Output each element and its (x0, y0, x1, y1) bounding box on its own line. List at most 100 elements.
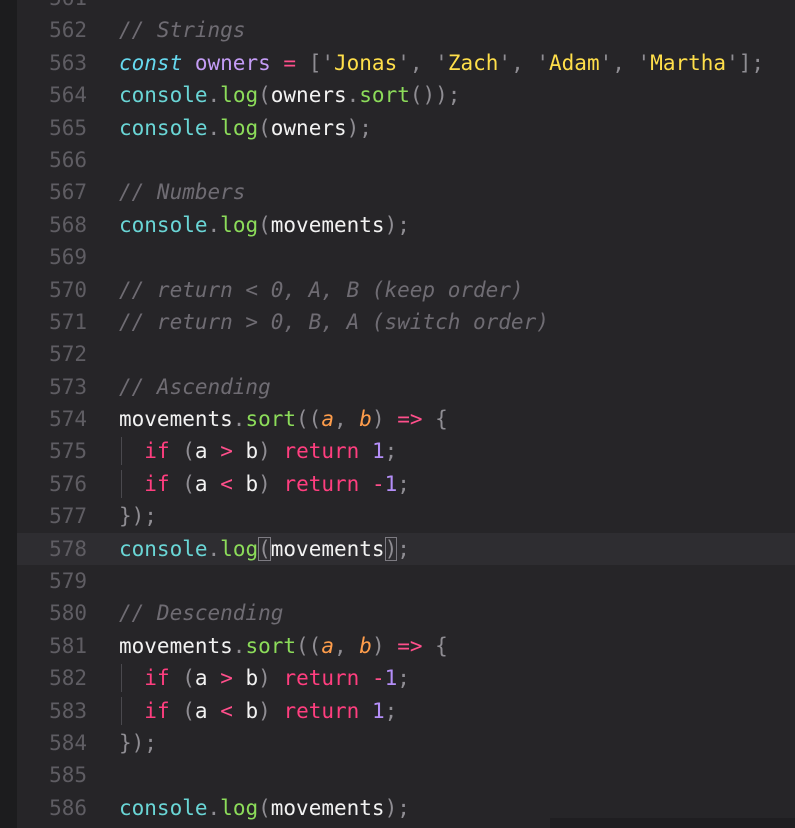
code-token: ) (371, 633, 398, 658)
code-text[interactable]: }); (119, 500, 157, 532)
code-text[interactable]: // Strings (119, 14, 245, 46)
code-line[interactable]: 576 if (a < b) return -1; (17, 468, 795, 500)
code-text[interactable]: // Ascending (119, 371, 271, 403)
code-line[interactable]: 571 // return > 0, B, A (switch order) (17, 306, 795, 338)
code-token: , (409, 50, 436, 75)
code-token: { (422, 633, 448, 658)
code-text[interactable]: movements.sort((a, b) => { (119, 403, 448, 435)
line-number: 578 (49, 536, 87, 561)
code-text[interactable]: }); (119, 727, 157, 759)
code-token: (( (296, 407, 322, 432)
code-token: owners (270, 115, 347, 140)
code-token: { (422, 407, 448, 432)
code-line[interactable]: 581 movements.sort((a, b) => { (17, 630, 795, 662)
code-token: (( (296, 633, 322, 658)
code-token: Adam (549, 50, 600, 75)
horizontal-scrollbar[interactable] (550, 818, 795, 828)
code-line[interactable]: 568 console.log(movements); (17, 209, 795, 241)
code-token: 1 (371, 698, 385, 723)
code-line[interactable]: 574 movements.sort((a, b) => { (17, 403, 795, 435)
code-text[interactable]: // return > 0, B, A (switch order) (119, 306, 549, 338)
code-text[interactable]: if (a > b) return 1; (119, 435, 397, 467)
code-text[interactable]: const owners = ['Jonas', 'Zach', 'Adam',… (119, 47, 764, 79)
code-line[interactable]: 583 if (a < b) return 1; (17, 695, 795, 727)
code-line[interactable]: 566 (17, 144, 795, 176)
code-line[interactable]: 567 // Numbers (17, 176, 795, 208)
code-token: . (207, 795, 221, 820)
code-text[interactable]: // Descending (119, 597, 283, 629)
code-line[interactable]: 580 // Descending (17, 597, 795, 629)
code-token: . (232, 407, 246, 432)
code-token: Jonas (334, 50, 398, 75)
code-lines[interactable]: 561562// Strings 563 const owners = ['Jona… (17, 0, 795, 824)
code-text[interactable]: console.log(movements); (119, 209, 410, 241)
code-text[interactable]: if (a < b) return -1; (119, 468, 410, 500)
code-token: => (397, 633, 423, 658)
code-token: ' (536, 50, 550, 75)
code-line[interactable]: 577}); (17, 500, 795, 532)
code-token: ) (258, 471, 284, 496)
line-number: 563 (49, 50, 87, 75)
code-token: }); (119, 504, 157, 529)
code-token: console (119, 795, 208, 820)
code-text[interactable]: if (a < b) return 1; (119, 695, 397, 727)
code-line[interactable]: 572 (17, 338, 795, 370)
code-text[interactable]: // return < 0, A, B (keep order) (119, 274, 524, 306)
code-text[interactable]: console.log(movements); (119, 792, 410, 824)
code-token: owners (270, 83, 347, 108)
code-editor[interactable]: 561562// Strings 563 const owners = ['Jona… (0, 0, 795, 828)
code-text[interactable]: console.log(owners); (119, 112, 372, 144)
code-token: movements (270, 212, 385, 237)
code-token: ( (169, 666, 195, 691)
code-line[interactable]: 578 console.log(movements); (17, 532, 795, 566)
code-text[interactable]: movements.sort((a, b) => { (119, 630, 448, 662)
code-line[interactable]: 582 if (a > b) return -1; (17, 662, 795, 694)
code-line[interactable]: 570 // return < 0, A, B (keep order) (17, 274, 795, 306)
code-token: 1 (384, 666, 398, 691)
code-line[interactable]: 573 // Ascending (17, 371, 795, 403)
code-comment: // return < 0, A, B (keep order) (119, 277, 524, 302)
code-token: ' (321, 50, 334, 75)
code-token: > (220, 666, 233, 691)
code-token: b (359, 407, 372, 432)
code-token: ( (258, 83, 271, 108)
code-comment: // return > 0, B, A (switch order) (119, 309, 549, 334)
code-line[interactable]: 561 (17, 0, 795, 14)
code-line[interactable]: 565 console.log(owners); (17, 112, 795, 144)
code-token: ' (397, 50, 410, 75)
code-line[interactable]: 575 if (a > b) return 1; (17, 435, 795, 467)
line-number: 575 (49, 439, 87, 464)
code-line[interactable]: 562 // Strings (17, 14, 795, 46)
code-token: . (207, 83, 221, 108)
code-token: movements (119, 633, 233, 658)
code-text[interactable]: console.log(owners.sort()); (119, 79, 460, 111)
code-line[interactable]: 585 (17, 759, 795, 791)
code-token: , (511, 50, 537, 75)
code-token: console (119, 115, 208, 140)
code-line[interactable]: 564 console.log(owners.sort()); (17, 79, 795, 111)
code-token: , (333, 633, 360, 658)
code-token: owners (194, 50, 271, 75)
code-comment: // Strings (119, 18, 246, 43)
code-comment: // Ascending (119, 374, 271, 399)
code-line[interactable]: 579 (17, 565, 795, 597)
line-number: 583 (49, 698, 87, 723)
line-number: 565 (49, 115, 87, 140)
code-token: b (245, 439, 259, 464)
code-text[interactable]: // Numbers (119, 176, 245, 208)
code-line[interactable]: 569 (17, 241, 795, 273)
code-token: log (220, 212, 259, 237)
code-text[interactable]: console.log(movements); (119, 533, 410, 565)
code-text[interactable]: if (a > b) return -1; (119, 662, 410, 694)
code-token: ) (258, 698, 284, 723)
code-line[interactable]: 584}); (17, 727, 795, 759)
code-line[interactable]: 563 const owners = ['Jonas', 'Zach', 'Ada… (17, 47, 795, 79)
code-token: return (283, 666, 360, 691)
editor-left-gutter-strip (0, 0, 17, 828)
